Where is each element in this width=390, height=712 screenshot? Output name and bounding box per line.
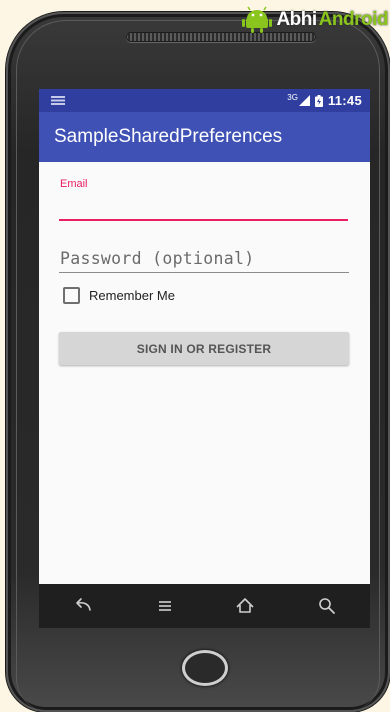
app-bar: SampleSharedPreferences [39, 112, 370, 162]
back-icon [76, 598, 91, 611]
notification-icon [51, 96, 65, 105]
nav-search-button[interactable] [313, 592, 341, 620]
email-field[interactable] [59, 189, 348, 221]
menu-icon [159, 601, 171, 611]
remember-me-checkbox[interactable] [63, 287, 80, 304]
remember-me-label[interactable]: Remember Me [89, 288, 175, 303]
sign-in-button[interactable]: SIGN IN OR REGISTER [59, 332, 349, 365]
watermark-text-abhi: Abhi [276, 9, 317, 30]
app-title: SampleSharedPreferences [54, 126, 283, 147]
nav-home-button[interactable] [231, 592, 259, 620]
remember-me-row[interactable]: Remember Me [63, 287, 175, 304]
watermark-logo: Abhi Android [242, 0, 389, 40]
signal-icon [298, 95, 310, 106]
physical-home-button[interactable] [182, 650, 228, 686]
android-robot-icon [242, 6, 273, 33]
battery-icon [314, 94, 323, 107]
password-field[interactable] [59, 244, 349, 273]
navigation-bar [39, 584, 370, 628]
watermark-text-android: Android [318, 9, 389, 30]
clock: 11:45 [327, 93, 362, 108]
home-icon [236, 598, 254, 613]
nav-back-button[interactable] [69, 592, 97, 620]
search-icon [319, 598, 335, 614]
network-type: 3G [287, 93, 298, 102]
nav-menu-button[interactable] [151, 592, 179, 620]
app-screen: 3G 11:45 SampleSharedPreferences Email R… [39, 89, 370, 584]
status-bar: 3G 11:45 [39, 89, 370, 112]
status-indicators: 3G 11:45 [287, 93, 362, 108]
